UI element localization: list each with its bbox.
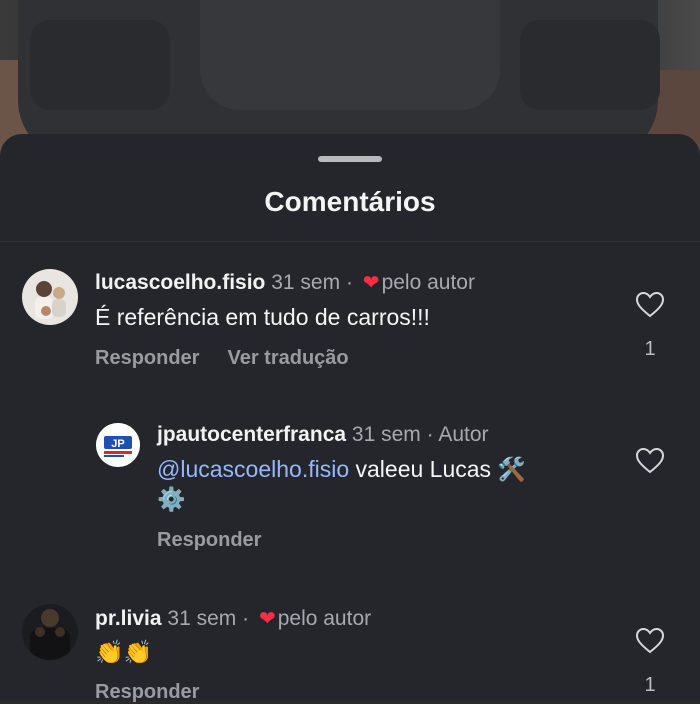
heart-filled-icon: ❤ [362,272,380,294]
drag-handle[interactable] [318,156,382,162]
avatar[interactable] [22,269,78,325]
sheet-title: Comentários [264,186,436,217]
comment-actions: Responder [95,681,227,704]
comment-text: É referência em tudo de carros!!! [95,304,430,330]
heart-outline-icon[interactable] [636,292,664,318]
timestamp: 31 sem [167,607,237,630]
divider [0,241,700,242]
translate-button[interactable]: Ver tradução [227,347,348,369]
avatar[interactable]: JP [96,423,140,467]
video-figure-sleeve [520,20,660,110]
video-figure-torso [200,0,500,110]
separator-dot: · [345,271,353,294]
comment-text-body: valeeu Lucas 🛠️ [349,456,527,482]
like-count: 1 [644,338,656,360]
username[interactable]: lucascoelho.fisio [95,271,265,294]
timestamp: 31 sem [351,423,421,446]
comment-actions: Responder Ver tradução [95,347,377,370]
svg-text:JP: JP [111,438,124,450]
mention-link[interactable]: @lucascoelho.fisio [157,456,349,482]
comment-meta: jpautocenterfranca 31 sem · Autor [157,423,489,447]
heart-outline-icon[interactable] [636,448,664,474]
comment-text-line2: ⚙️ [157,486,186,512]
like-count: 1 [644,674,656,696]
comment-text: @lucascoelho.fisio valeeu Lucas 🛠️ [157,456,526,483]
heart-outline-icon[interactable] [636,628,664,654]
heart-filled-icon: ❤ [258,608,276,630]
comment-text: 👏👏 [95,639,153,665]
avatar[interactable] [22,604,78,660]
separator-dot: · [426,423,434,446]
username[interactable]: jpautocenterfranca [157,423,346,446]
username[interactable]: pr.livia [95,607,162,630]
liked-by-author-label: pelo autor [277,607,372,630]
video-figure-sleeve [30,20,170,110]
reply-button[interactable]: Responder [95,347,199,369]
comment-actions: Responder [157,529,289,552]
reply-button[interactable]: Responder [157,529,261,551]
author-badge: Autor [438,423,489,446]
comments-sheet: Comentários lucascoelho.fisio 31 sem · ❤… [0,134,700,703]
timestamp: 31 sem [271,271,341,294]
comment-meta: lucascoelho.fisio 31 sem · ❤pelo autor [95,270,475,295]
liked-by-author-label: pelo autor [381,271,475,294]
comment-meta: pr.livia 31 sem · ❤pelo autor [95,606,371,631]
separator-dot: · [242,607,250,630]
